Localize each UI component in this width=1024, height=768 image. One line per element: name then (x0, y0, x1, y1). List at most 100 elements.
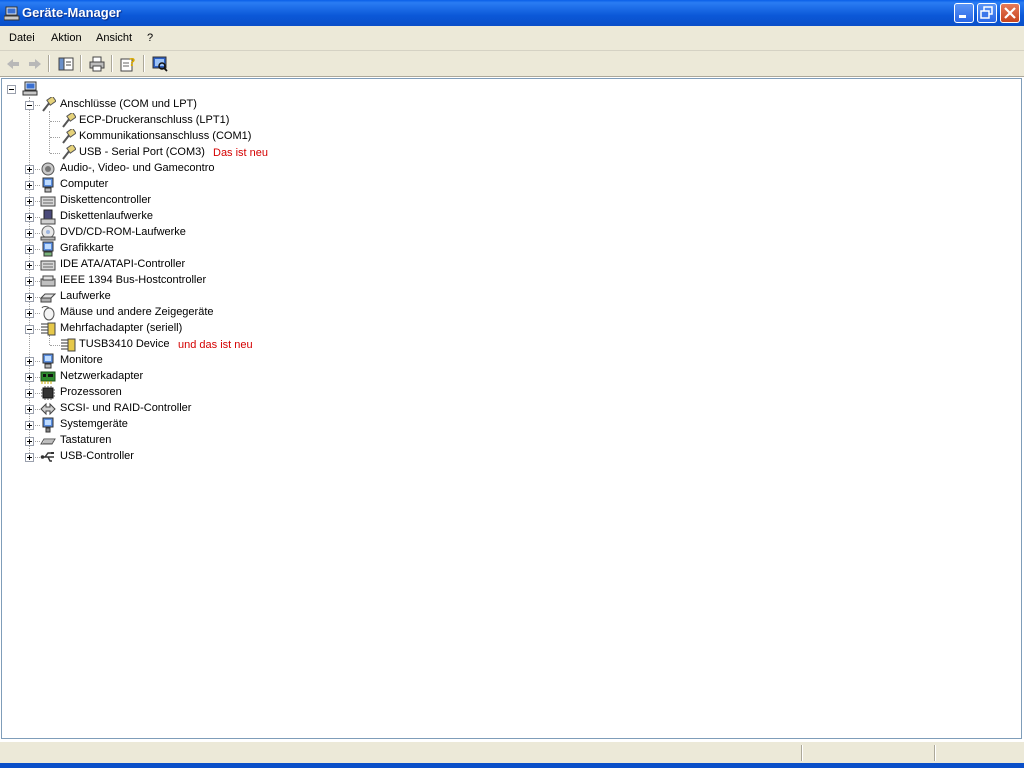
category-label[interactable]: Computer (60, 178, 108, 190)
category-label[interactable]: Anschlüsse (COM und LPT) (60, 98, 197, 110)
tree-category[interactable]: Grafikkarte (2, 241, 402, 257)
properties-help-icon: ? (120, 56, 135, 72)
device-tree[interactable]: Anschlüsse (COM und LPT) ECP-Druckeransch… (1, 78, 1022, 739)
category-label[interactable]: USB-Controller (60, 450, 134, 462)
tree-category[interactable]: Systemgeräte (2, 417, 402, 433)
category-label[interactable]: Laufwerke (60, 290, 111, 302)
tree-category[interactable]: Audio-, Video- und Gamecontro (2, 161, 402, 177)
tree-device[interactable]: TUSB3410 Device und das ist neu (2, 337, 402, 353)
collapse-toggle[interactable] (25, 101, 34, 110)
category-label[interactable]: SCSI- und RAID-Controller (60, 402, 191, 414)
category-label[interactable]: Audio-, Video- und Gamecontro (60, 162, 215, 174)
back-button[interactable] (3, 54, 23, 74)
properties-button[interactable]: ? (118, 54, 138, 74)
category-label[interactable]: IDE ATA/ATAPI-Controller (60, 258, 185, 270)
scan-hardware-icon (152, 56, 168, 72)
expand-toggle[interactable] (25, 245, 34, 254)
tree-category[interactable]: Tastaturen (2, 433, 402, 449)
expand-toggle[interactable] (25, 421, 34, 430)
status-separator (934, 745, 936, 761)
menu-aktion[interactable]: Aktion (51, 32, 82, 44)
close-button[interactable] (1000, 3, 1020, 23)
expand-toggle[interactable] (25, 405, 34, 414)
expand-toggle[interactable] (25, 389, 34, 398)
toolbar: ? (0, 51, 1024, 77)
category-label[interactable]: Diskettencontroller (60, 194, 151, 206)
port-icon (62, 129, 76, 144)
system-icon (42, 417, 54, 433)
expand-toggle[interactable] (25, 213, 34, 222)
category-label[interactable]: Diskettenlaufwerke (60, 210, 153, 222)
menu-ansicht[interactable]: Ansicht (96, 32, 132, 44)
show-hide-tree-button[interactable] (56, 54, 76, 74)
category-label[interactable]: IEEE 1394 Bus-Hostcontroller (60, 274, 206, 286)
toolbar-separator (80, 55, 82, 72)
tree-category[interactable]: Diskettenlaufwerke (2, 209, 402, 225)
category-label[interactable]: Tastaturen (60, 434, 111, 446)
tree-category[interactable]: Anschlüsse (COM und LPT) (2, 97, 402, 113)
back-arrow-icon (7, 59, 19, 69)
category-label[interactable]: Grafikkarte (60, 242, 114, 254)
tree-category[interactable]: IDE ATA/ATAPI-Controller (2, 257, 402, 273)
tree-category[interactable]: Mehrfachadapter (seriell) (2, 321, 402, 337)
tree-category[interactable]: DVD/CD-ROM-Laufwerke (2, 225, 402, 241)
category-label[interactable]: Mäuse und andere Zeigegeräte (60, 306, 214, 318)
status-bar (0, 741, 1024, 764)
category-label[interactable]: Prozessoren (60, 386, 122, 398)
tree-category[interactable]: Laufwerke (2, 289, 402, 305)
minimize-button[interactable] (954, 3, 974, 23)
category-label[interactable]: Monitore (60, 354, 103, 366)
new-device-annotation: Das ist neu (213, 147, 269, 159)
device-label[interactable]: Kommunikationsanschluss (COM1) (79, 130, 251, 142)
tree-category[interactable]: Netzwerkadapter (2, 369, 402, 385)
toolbar-separator (143, 55, 145, 72)
title-bar[interactable]: Geräte-Manager (0, 0, 1024, 26)
device-label[interactable]: USB - Serial Port (COM3) (79, 146, 205, 158)
collapse-toggle[interactable] (25, 325, 34, 334)
tree-category[interactable]: Prozessoren (2, 385, 402, 401)
category-label[interactable]: Systemgeräte (60, 418, 128, 430)
port-icon (62, 113, 76, 128)
expand-toggle[interactable] (25, 181, 34, 190)
tree-category[interactable]: Computer (2, 177, 402, 193)
multiport-icon (41, 322, 56, 336)
expand-toggle[interactable] (25, 293, 34, 302)
expand-toggle[interactable] (25, 373, 34, 382)
device-label[interactable]: TUSB3410 Device (79, 338, 170, 350)
category-label[interactable]: Netzwerkadapter (60, 370, 143, 382)
monitor-icon (42, 353, 54, 369)
expand-toggle[interactable] (25, 453, 34, 462)
tree-category[interactable]: USB-Controller (2, 449, 402, 465)
cdrom-icon (40, 225, 56, 241)
category-label[interactable]: DVD/CD-ROM-Laufwerke (60, 226, 186, 238)
scan-hardware-button[interactable] (150, 54, 170, 74)
expand-toggle[interactable] (25, 197, 34, 206)
expand-toggle[interactable] (25, 261, 34, 270)
category-label[interactable]: Mehrfachadapter (seriell) (60, 322, 182, 334)
forward-button[interactable] (25, 54, 45, 74)
menu-help[interactable]: ? (147, 32, 153, 44)
restore-button[interactable] (977, 3, 997, 23)
menu-datei[interactable]: Datei (9, 32, 35, 44)
device-label[interactable]: ECP-Druckeranschluss (LPT1) (79, 114, 229, 126)
root-collapse-toggle[interactable] (7, 85, 16, 94)
expand-toggle[interactable] (25, 357, 34, 366)
tree-category[interactable]: Diskettencontroller (2, 193, 402, 209)
tree-category[interactable]: Mäuse und andere Zeigegeräte (2, 305, 402, 321)
expand-toggle[interactable] (25, 277, 34, 286)
port-icon (62, 145, 76, 160)
controller-icon (40, 196, 56, 207)
expand-toggle[interactable] (25, 165, 34, 174)
tree-device[interactable]: ECP-Druckeranschluss (LPT1) (2, 113, 402, 129)
print-button[interactable] (87, 54, 107, 74)
forward-arrow-icon (29, 59, 41, 69)
expand-toggle[interactable] (25, 437, 34, 446)
tree-device[interactable]: Kommunikationsanschluss (COM1) (2, 129, 402, 145)
tree-category[interactable]: IEEE 1394 Bus-Hostcontroller (2, 273, 402, 289)
window-title: Geräte-Manager (22, 5, 121, 20)
expand-toggle[interactable] (25, 229, 34, 238)
expand-toggle[interactable] (25, 309, 34, 318)
tree-category[interactable]: Monitore (2, 353, 402, 369)
tree-device[interactable]: USB - Serial Port (COM3) Das ist neu (2, 145, 402, 161)
tree-category[interactable]: SCSI- und RAID-Controller (2, 401, 402, 417)
